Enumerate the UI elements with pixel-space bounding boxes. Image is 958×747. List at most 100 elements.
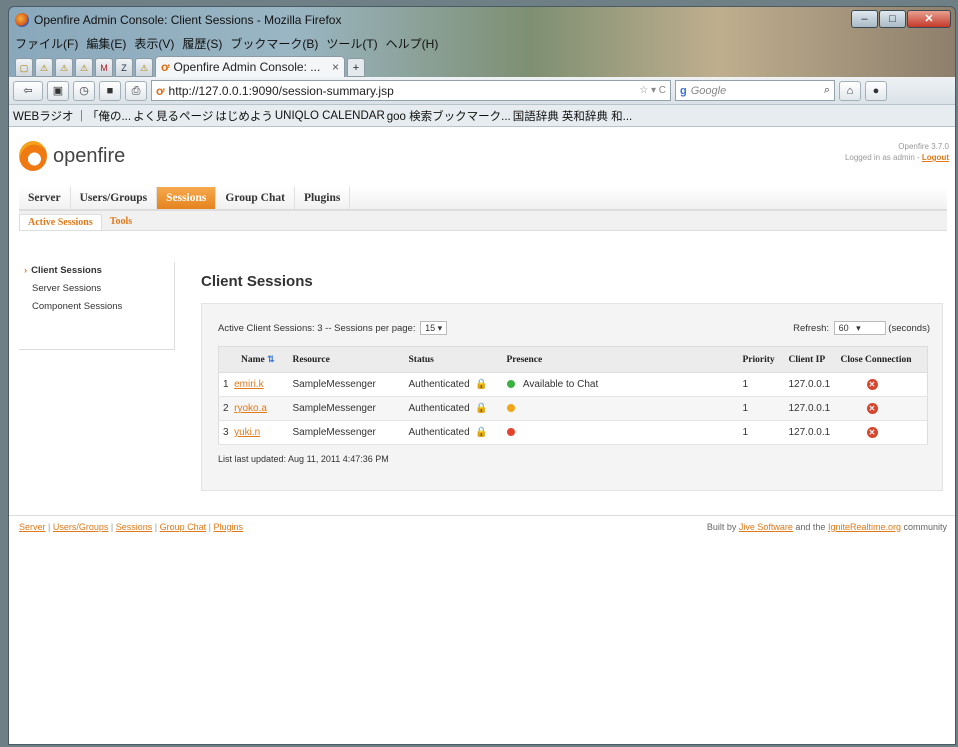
menu-bookmarks[interactable]: ブックマーク(B) (230, 35, 318, 52)
row-cell-close: ✕ (836, 372, 928, 397)
built-by-text: Built by (706, 521, 739, 532)
home-button[interactable]: ⌂ (839, 80, 861, 101)
menu-edit[interactable]: 編集(E) (86, 35, 126, 52)
google-icon: g (680, 84, 687, 97)
tab-plugins[interactable]: Plugins (295, 187, 351, 209)
warning-tab-icon[interactable]: ⚠ (135, 58, 153, 77)
search-placeholder: Google (690, 84, 727, 97)
bookmark-item[interactable]: はじめよう (215, 108, 273, 124)
bookmark-item[interactable]: ｜「俺の... (75, 108, 131, 124)
status-text: Authenticated (408, 427, 470, 438)
sidebar-item-client-sessions[interactable]: Client Sessions (19, 262, 174, 280)
footer: Server | Users/Groups | Sessions | Group… (9, 515, 955, 537)
sessions-table: Name ⇅ Resource Status Presence Priority… (218, 346, 928, 445)
openfire-tab-icon: ơ (161, 60, 170, 74)
and-the-text: and the (792, 521, 828, 532)
version-label: Openfire 3.7.0 (898, 142, 949, 151)
user-link[interactable]: ryoko.a (234, 403, 267, 414)
tab-server[interactable]: Server (19, 187, 71, 209)
subtab-tools[interactable]: Tools (102, 214, 140, 230)
history-icon-button[interactable]: ◷ (73, 80, 95, 101)
back-button[interactable]: ⇦ (13, 80, 43, 101)
summary-text: Active Client Sessions: 3 -- Sessions pe… (218, 323, 416, 334)
bookmark-item[interactable]: UNIQLO CALENDAR (275, 110, 385, 122)
tab-openfire[interactable]: ơ Openfire Admin Console: ... × (155, 56, 345, 77)
page-icon-button[interactable]: ▣ (47, 80, 69, 101)
menu-tools[interactable]: ツール(T) (326, 35, 377, 52)
row-number: 3 (223, 427, 229, 438)
col-client-ip: Client IP (784, 346, 837, 373)
close-connection-icon[interactable]: ✕ (866, 379, 878, 390)
row-cell-name: 2 ryoko.a (218, 396, 289, 421)
page-content: openfire Openfire 3.7.0 Logged in as adm… (9, 127, 955, 744)
mail-tab-icon[interactable]: M (95, 58, 113, 77)
addon-button[interactable]: ● (865, 80, 887, 101)
subtab-active-sessions[interactable]: Active Sessions (19, 214, 102, 230)
refresh-value: 60 (838, 323, 849, 333)
menu-history[interactable]: 履歴(S) (182, 35, 222, 52)
footer-link-server[interactable]: Server (19, 522, 46, 532)
col-name[interactable]: Name ⇅ (218, 346, 289, 373)
warning-tab-icon[interactable]: ⚠ (55, 58, 73, 77)
sidebar: Client Sessions Server Sessions Componen… (19, 262, 175, 350)
row-cell-close: ✕ (836, 420, 928, 445)
footer-link-plugins[interactable]: Plugins (213, 522, 243, 532)
bookmark-item[interactable]: 国語辞典 英和辞典 和... (513, 108, 632, 124)
tab-bar: ▢ ⚠ ⚠ ⚠ M Z ⚠ ơ Openfire Admin Console: … (9, 53, 955, 77)
footer-link-sessions[interactable]: Sessions (116, 522, 153, 532)
new-tab-button[interactable]: + (347, 58, 365, 77)
menu-file[interactable]: ファイル(F) (15, 35, 78, 52)
row-cell-presence (502, 420, 739, 445)
url-bar[interactable]: ơ http://127.0.0.1:9090/session-summary.… (151, 80, 671, 101)
menu-help[interactable]: ヘルプ(H) (386, 35, 439, 52)
row-cell-presence (502, 396, 739, 421)
logout-link[interactable]: Logout (922, 153, 949, 162)
row-cell-status: Authenticated 🔒 (404, 420, 503, 445)
sort-icon[interactable]: ⇅ (267, 354, 275, 364)
refresh-unit: (seconds) (888, 323, 930, 334)
jive-link[interactable]: Jive Software (739, 522, 793, 532)
screen-icon-button[interactable]: ■ (99, 80, 121, 101)
tab-users-groups[interactable]: Users/Groups (71, 187, 158, 209)
warning-tab-icon[interactable]: ⚠ (75, 58, 93, 77)
close-connection-icon[interactable]: ✕ (866, 427, 878, 438)
bookmarks-bar: WEBラジオ ｜「俺の... よく見るページ はじめよう UNIQLO CALE… (9, 105, 955, 127)
tab-group-chat[interactable]: Group Chat (216, 187, 295, 209)
presence-icon (506, 404, 515, 413)
status-text: Authenticated (408, 379, 470, 390)
col-presence: Presence (502, 346, 739, 373)
ignite-link[interactable]: IgniteRealtime.org (828, 522, 901, 532)
close-tab-icon[interactable]: × (332, 60, 339, 74)
close-connection-icon[interactable]: ✕ (866, 403, 878, 414)
url-text: http://127.0.0.1:9090/session-summary.js… (168, 83, 394, 98)
presence-icon (506, 428, 515, 437)
sidebar-item-server-sessions[interactable]: Server Sessions (19, 280, 174, 298)
close-window-button[interactable]: ✕ (907, 10, 951, 28)
bookmark-item[interactable]: よく見るページ (133, 108, 213, 124)
row-cell-priority: 1 (738, 396, 785, 421)
presence-text: Available to Chat (522, 379, 599, 390)
print-icon-button[interactable]: ⎙ (125, 80, 147, 101)
main-nav: Server Users/Groups Sessions Group Chat … (19, 187, 947, 211)
minimize-button[interactable]: – (851, 10, 878, 28)
search-icon[interactable]: ⌕ (824, 84, 830, 97)
menu-view[interactable]: 表示(V) (134, 35, 174, 52)
sidebar-item-component-sessions[interactable]: Component Sessions (19, 298, 174, 316)
tab-sessions[interactable]: Sessions (157, 187, 217, 209)
user-link[interactable]: yuki.n (234, 427, 260, 438)
footer-link-group-chat[interactable]: Group Chat (160, 522, 207, 532)
warning-tab-icon[interactable]: ⚠ (35, 58, 53, 77)
app-tab-icon[interactable]: Z (115, 58, 133, 77)
footer-link-users-groups[interactable]: Users/Groups (53, 522, 109, 532)
bookmark-item[interactable]: goo 検索ブックマーク... (387, 108, 511, 124)
user-link[interactable]: emiri.k (234, 379, 263, 390)
bookmark-item[interactable]: WEBラジオ (13, 108, 73, 124)
search-bar[interactable]: g Google ⌕ (675, 80, 835, 101)
pinned-tab[interactable]: ▢ (15, 58, 33, 77)
per-page-select[interactable]: 15 ▾ (420, 321, 448, 335)
maximize-button[interactable]: □ (879, 10, 906, 28)
star-icon[interactable]: ☆ ▾ C (639, 85, 666, 96)
refresh-select[interactable]: 60 ▾ (833, 321, 886, 335)
flame-icon (19, 141, 47, 171)
sub-nav: Active Sessions Tools (19, 211, 947, 231)
